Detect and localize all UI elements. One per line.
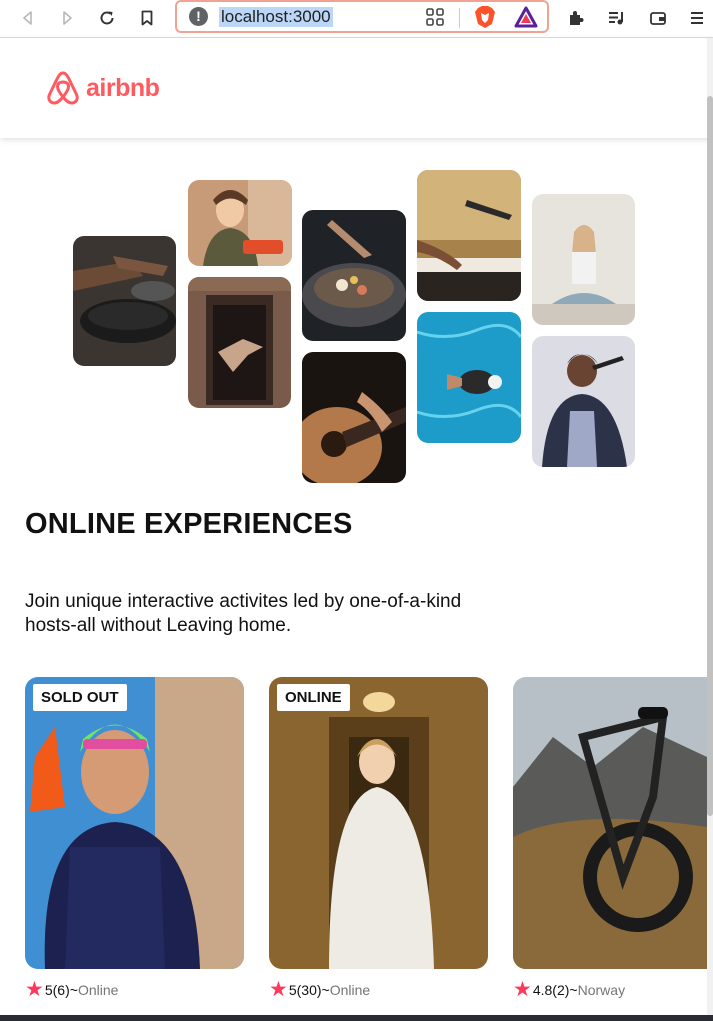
card-rating: 4.8 bbox=[532, 982, 553, 998]
extensions-icon[interactable] bbox=[563, 5, 589, 31]
airbnb-logo[interactable]: airbnb bbox=[46, 70, 160, 106]
rewards-icon[interactable] bbox=[514, 6, 538, 28]
airbnb-logo-icon bbox=[47, 71, 79, 105]
bookmark-icon[interactable] bbox=[134, 5, 160, 31]
star-icon: ★ bbox=[269, 978, 288, 1001]
photo-woman-with-sushi bbox=[188, 180, 292, 266]
card-location: Online bbox=[329, 982, 371, 998]
card-rating: 5 bbox=[44, 982, 53, 998]
card-stats: ★ 4.8 (2) ~ Norway bbox=[513, 978, 707, 1001]
browser-toolbar: ! localhost:3000 bbox=[0, 0, 713, 38]
forward-icon[interactable] bbox=[54, 5, 80, 31]
star-icon: ★ bbox=[513, 978, 532, 1001]
photo-guitar bbox=[302, 352, 406, 483]
card-rating: 5 bbox=[288, 982, 297, 998]
card-stats: ★ 5 (6) ~ Online bbox=[25, 978, 244, 1001]
url-divider bbox=[459, 8, 460, 28]
url-text[interactable]: localhost:3000 bbox=[219, 7, 333, 27]
card-separator: ~ bbox=[69, 982, 78, 998]
photo-cooking bbox=[73, 236, 176, 366]
card-location: Online bbox=[77, 982, 119, 998]
photo-dancer-in-doorway bbox=[188, 277, 291, 408]
menu-icon[interactable] bbox=[687, 5, 707, 31]
card-reviews: (2) bbox=[552, 982, 570, 998]
status-badge: ONLINE bbox=[277, 684, 350, 711]
experience-card[interactable]: ONLINE ★ 5 (30) ~ Online bbox=[269, 677, 488, 1001]
card-reviews: (6) bbox=[52, 982, 70, 998]
card-image-bride: ONLINE bbox=[269, 677, 488, 969]
site-header: airbnb bbox=[0, 38, 713, 138]
wallet-icon[interactable] bbox=[645, 5, 671, 31]
info-icon[interactable]: ! bbox=[189, 7, 208, 26]
photo-singer bbox=[532, 336, 635, 467]
experience-card[interactable]: ★ 4.8 (2) ~ Norway bbox=[513, 677, 707, 1001]
photo-keyboard-and-mic bbox=[417, 170, 521, 301]
logo-text: airbnb bbox=[86, 73, 160, 102]
card-reviews: (30) bbox=[296, 982, 322, 998]
photo-food-bowl bbox=[302, 210, 406, 341]
scrollbar-thumb[interactable] bbox=[707, 96, 713, 816]
back-icon[interactable] bbox=[15, 5, 41, 31]
card-location: Norway bbox=[577, 982, 626, 998]
card-separator: ~ bbox=[321, 982, 330, 998]
experience-card[interactable]: SOLD OUT ★ 5 (6) ~ Online bbox=[25, 677, 244, 1001]
photo-swimmer bbox=[417, 312, 521, 443]
card-image-triathlete: SOLD OUT bbox=[25, 677, 244, 969]
scrollbar[interactable] bbox=[707, 38, 713, 1021]
address-bar[interactable]: ! localhost:3000 bbox=[175, 0, 549, 33]
card-separator: ~ bbox=[569, 982, 578, 998]
hero-description: Join unique interactive activites led by… bbox=[25, 591, 462, 636]
photo-yoga bbox=[532, 194, 635, 325]
card-image-mountain-bike bbox=[513, 677, 707, 969]
window-bottom-edge bbox=[0, 1015, 713, 1021]
star-icon: ★ bbox=[25, 978, 44, 1001]
card-stats: ★ 5 (30) ~ Online bbox=[269, 978, 488, 1001]
qr-icon[interactable] bbox=[425, 7, 445, 27]
status-badge: SOLD OUT bbox=[33, 684, 127, 711]
playlist-icon[interactable] bbox=[603, 5, 629, 31]
brave-shield-icon[interactable] bbox=[474, 5, 496, 29]
reload-icon[interactable] bbox=[94, 5, 120, 31]
page-title: ONLINE EXPERIENCES bbox=[25, 508, 353, 540]
